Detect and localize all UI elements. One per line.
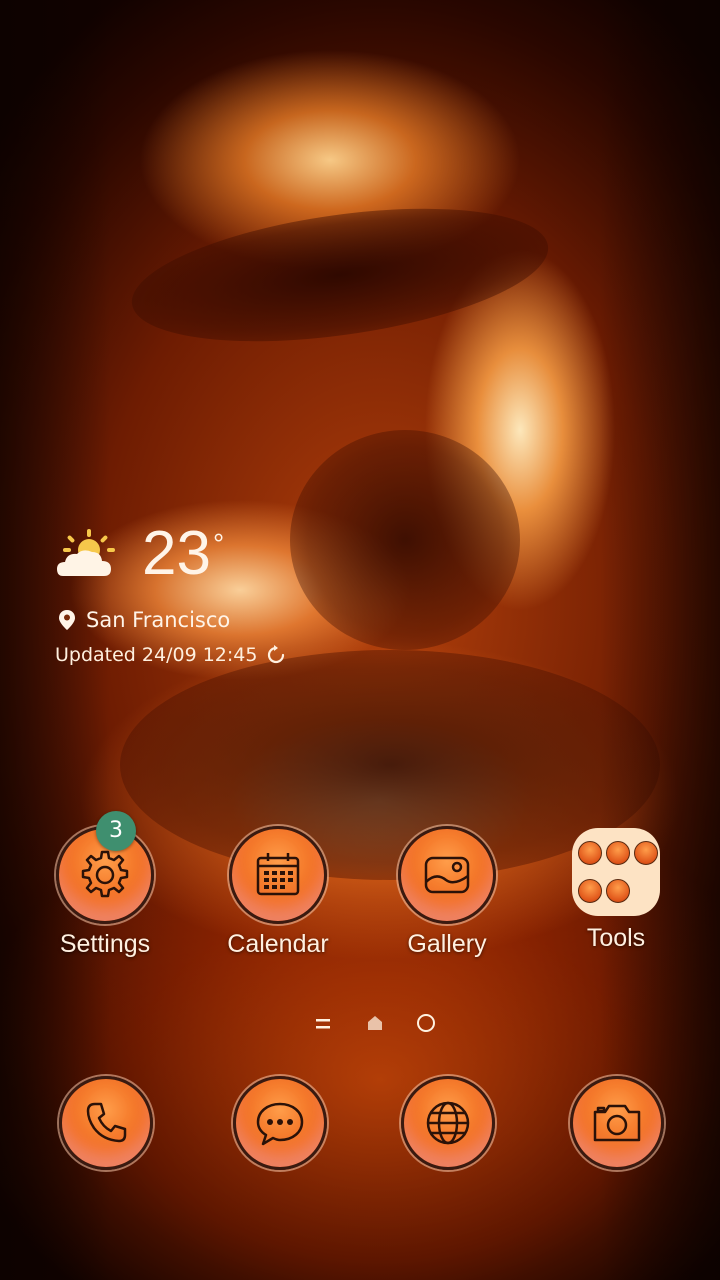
dock-messages[interactable] <box>230 1076 330 1176</box>
partly-sunny-icon <box>57 529 115 576</box>
refresh-icon[interactable] <box>265 644 287 666</box>
page-dot[interactable] <box>417 1014 435 1032</box>
wallpaper-shadow <box>290 430 520 650</box>
location-pin-icon <box>59 610 75 630</box>
mini-app-icon <box>634 841 658 865</box>
mini-app-icon <box>578 879 602 903</box>
app-settings[interactable]: 3 Settings <box>30 811 180 959</box>
app-label: Settings <box>59 930 151 958</box>
internet-app-icon[interactable] <box>401 1076 495 1170</box>
phone-app-icon[interactable] <box>59 1076 153 1170</box>
mini-app-icon <box>578 841 602 865</box>
app-label: Tools <box>586 924 646 952</box>
mini-app-icon <box>606 841 630 865</box>
camera-app-icon[interactable] <box>570 1076 664 1170</box>
folder-icon[interactable] <box>572 828 660 916</box>
menu-indicator-icon[interactable] <box>315 1017 331 1031</box>
page-indicator <box>0 1012 720 1036</box>
calendar-icon <box>256 853 300 896</box>
phone-icon <box>86 1102 127 1143</box>
dock-camera[interactable] <box>567 1076 667 1176</box>
weather-widget[interactable]: 23° San Francisco Updated 24/09 12:45 <box>55 522 287 666</box>
home-indicator-icon[interactable] <box>366 1014 384 1032</box>
wallpaper-shadow <box>123 186 557 364</box>
app-calendar[interactable]: Calendar <box>203 826 353 959</box>
app-label: Calendar <box>227 930 329 958</box>
gallery-icon <box>424 856 470 894</box>
app-label: Gallery <box>407 930 487 958</box>
settings-app-icon[interactable]: 3 <box>56 811 154 924</box>
dock-phone[interactable] <box>56 1076 156 1176</box>
calendar-app-icon[interactable] <box>229 826 327 924</box>
dock-internet[interactable] <box>398 1076 498 1176</box>
globe-icon <box>426 1101 470 1145</box>
camera-icon <box>593 1104 641 1142</box>
notification-badge: 3 <box>96 811 136 851</box>
home-screen: 23° San Francisco Updated 24/09 12:45 3 … <box>0 0 720 1280</box>
gear-icon <box>81 850 129 898</box>
updated-time: Updated 24/09 12:45 <box>55 644 258 666</box>
app-gallery[interactable]: Gallery <box>372 826 522 959</box>
messages-app-icon[interactable] <box>233 1076 327 1170</box>
location-label: San Francisco <box>86 608 231 632</box>
mini-app-icon <box>606 879 630 903</box>
temperature: 23° <box>142 519 225 588</box>
app-tools-folder[interactable]: Tools <box>541 826 691 953</box>
gallery-app-icon[interactable] <box>398 826 496 924</box>
messages-icon <box>256 1102 304 1146</box>
